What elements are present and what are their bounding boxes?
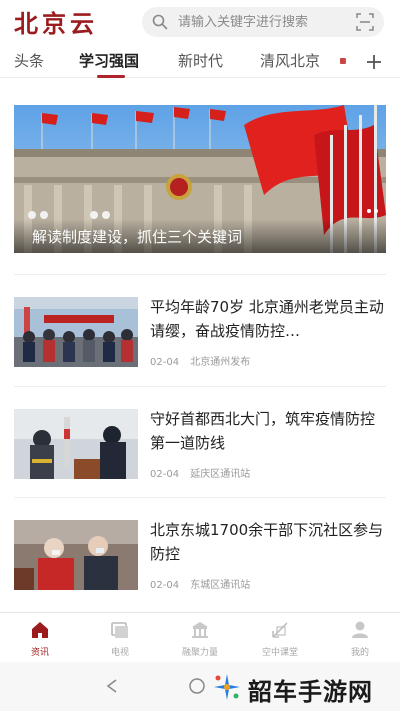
- home-icon: [32, 622, 48, 638]
- carousel-dot: [367, 209, 371, 213]
- tv-icon: [111, 622, 128, 638]
- temple-icon: [192, 622, 208, 638]
- nav-item-strength[interactable]: 融聚力量: [160, 619, 240, 663]
- active-tab-indicator: [97, 75, 125, 78]
- nav-label: 我的: [350, 648, 369, 658]
- news-thumbnail: [14, 409, 138, 479]
- news-date: 02-04: [150, 469, 180, 480]
- banner-carousel[interactable]: 解读制度建设，抓住三个关键词: [14, 105, 386, 253]
- banner-caption: 解读制度建设，抓住三个关键词: [32, 228, 243, 246]
- tab-qingfeng-beijing[interactable]: 清风北京: [260, 50, 320, 71]
- news-title: 平均年龄70岁 北京通州老党员主动请缨，奋战疫情防控…: [150, 298, 384, 340]
- news-thumbnail: [14, 297, 138, 367]
- carousel-indicator: [364, 198, 378, 217]
- app-header: 北京云: [0, 0, 400, 44]
- user-icon: [352, 621, 368, 638]
- bottom-nav: 资讯 电视 融聚力量 空中课堂 我的: [0, 612, 400, 662]
- nav-label: 融聚力量: [181, 648, 218, 658]
- nav-item-tv[interactable]: 电视: [80, 619, 160, 663]
- nav-label: 资讯: [30, 648, 49, 658]
- news-meta: 02-04 延庆区通讯站: [150, 465, 258, 480]
- news-source: 北京通州发布: [190, 357, 251, 368]
- news-date: 02-04: [150, 580, 180, 591]
- classroom-icon: [272, 622, 288, 638]
- banner-caption-overlay: 解读制度建设，抓住三个关键词: [14, 219, 386, 253]
- news-item[interactable]: 平均年龄70岁 北京通州老党员主动请缨，奋战疫情防控… 02-04 北京通州发布: [14, 274, 386, 374]
- news-source: 东城区通讯站: [190, 580, 251, 591]
- news-item[interactable]: 守好首都西北大门，筑牢疫情防控第一道防线 02-04 延庆区通讯站: [14, 386, 386, 486]
- tab-fade: [344, 44, 366, 77]
- nav-item-news[interactable]: 资讯: [0, 619, 80, 663]
- news-item[interactable]: 北京东城1700余干部下沉社区参与防控 02-04 东城区通讯站: [14, 497, 386, 597]
- news-meta: 02-04 东城区通讯站: [150, 576, 258, 591]
- channel-tabs: 头条 学习强国 新时代 清风北京: [0, 44, 400, 78]
- tab-xuexi-qiangguo[interactable]: 学习强国: [79, 50, 139, 71]
- news-title: 守好首都西北大门，筑牢疫情防控第一道防线: [150, 410, 376, 452]
- app-logo: 北京云: [14, 9, 98, 38]
- home-button-icon[interactable]: [188, 677, 206, 695]
- nav-label: 空中课堂: [261, 648, 298, 658]
- carousel-dot: [374, 209, 378, 213]
- search-icon: [152, 14, 168, 30]
- watermark-logo-icon: [214, 674, 240, 700]
- nav-item-classroom[interactable]: 空中课堂: [240, 619, 320, 663]
- news-date: 02-04: [150, 357, 180, 368]
- news-thumbnail: [14, 520, 138, 590]
- add-channel-icon[interactable]: [364, 52, 384, 72]
- nav-item-profile[interactable]: 我的: [320, 619, 400, 663]
- tab-xinshidai[interactable]: 新时代: [178, 50, 223, 71]
- news-meta: 02-04 北京通州发布: [150, 353, 258, 368]
- search-input[interactable]: [178, 12, 348, 32]
- watermark-text: 韶车手游网: [248, 678, 373, 706]
- tab-toutiao[interactable]: 头条: [14, 50, 44, 71]
- search-bar[interactable]: [142, 7, 384, 37]
- news-source: 延庆区通讯站: [190, 469, 251, 480]
- scan-icon[interactable]: [356, 13, 374, 31]
- news-title: 北京东城1700余干部下沉社区参与防控: [150, 521, 384, 563]
- nav-label: 电视: [110, 648, 129, 658]
- back-icon[interactable]: [104, 678, 120, 694]
